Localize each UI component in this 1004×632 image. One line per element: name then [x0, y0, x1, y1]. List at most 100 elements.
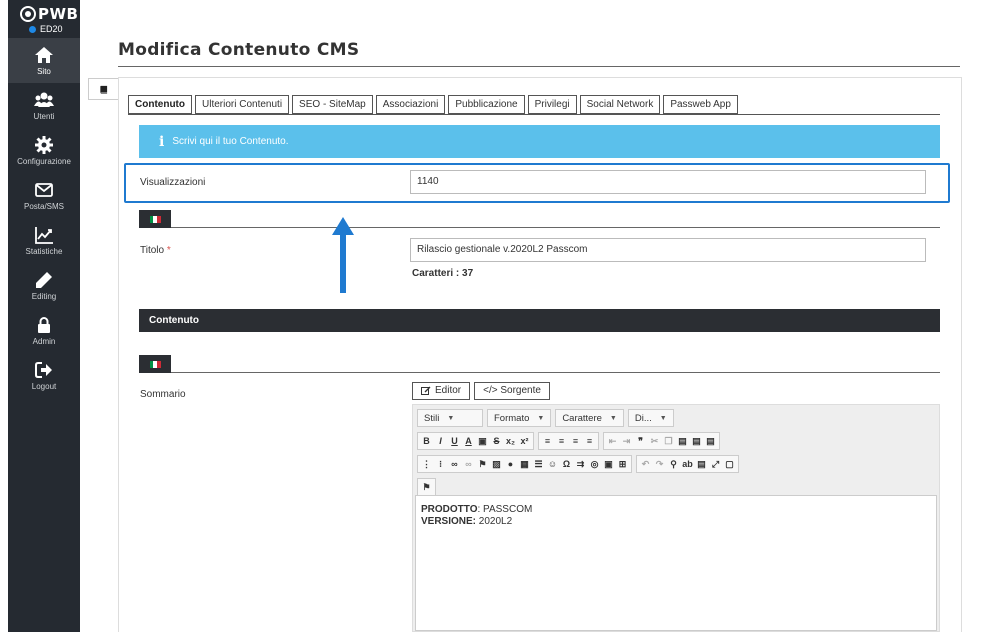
subscript-icon[interactable]: x₂ — [505, 436, 516, 447]
link-icon[interactable]: ∞ — [449, 459, 460, 470]
sidebar-item-sito[interactable]: Sito — [8, 38, 80, 83]
page-break-icon[interactable]: ⇉ — [575, 459, 586, 470]
outdent-icon[interactable]: ⇤ — [607, 436, 618, 447]
indent-icon[interactable]: ⇥ — [621, 436, 632, 447]
tab-social-network[interactable]: Social Network — [579, 95, 661, 114]
paste-icon[interactable]: ▤ — [677, 436, 688, 447]
product-label: PRODOTTO — [421, 504, 478, 515]
language-button[interactable] — [139, 210, 171, 228]
size-select[interactable]: Di... ▼ — [627, 409, 674, 427]
tab-passweb-app[interactable]: Passweb App — [663, 95, 738, 114]
book-tab[interactable] — [88, 78, 118, 100]
editor-mode-button[interactable]: Editor — [412, 382, 471, 400]
youtube-icon[interactable]: ▣ — [603, 459, 614, 470]
superscript-icon[interactable]: x² — [519, 436, 530, 447]
numbered-list-icon[interactable]: ⋮ — [421, 459, 432, 470]
find-icon[interactable]: ⚲ — [668, 459, 679, 470]
toolbar-group-lists: ⋮ ⁝ ∞ ∞ ⚑ ▨ ● ▦ ☰ ☺ Ω ⇉ ◎ ▣ ⊞ — [417, 455, 632, 473]
flag-icon[interactable]: ⚑ — [421, 482, 432, 493]
tab-contenuto[interactable]: Contenuto — [128, 95, 192, 114]
editor-mode-label: Editor — [435, 385, 462, 396]
redo-icon[interactable]: ↷ — [654, 459, 665, 470]
smiley-icon[interactable]: ☺ — [547, 459, 558, 470]
qr-icon[interactable]: ⊞ — [617, 459, 628, 470]
character-counter: Caratteri : 37 — [412, 268, 474, 279]
editor-toolbar-combos: Stili ▼ Formato ▼ Carattere ▼ Di... ▼ — [417, 409, 674, 427]
italic-icon[interactable]: I — [435, 436, 446, 447]
tab-pubblicazione[interactable]: Pubblicazione — [448, 95, 525, 114]
align-center-icon[interactable]: ≡ — [556, 436, 567, 447]
chevron-down-icon: ▼ — [659, 414, 667, 422]
sidebar-item-statistiche[interactable]: Statistiche — [8, 218, 80, 263]
sidebar: PWB ED20 Sito Utenti Configurazione Post… — [8, 0, 80, 632]
replace-icon[interactable]: ab — [682, 459, 693, 470]
tab-associazioni[interactable]: Associazioni — [375, 95, 446, 114]
anchor-icon[interactable]: ⚑ — [477, 459, 488, 470]
sidebar-item-label: Logout — [31, 382, 57, 391]
cut-icon[interactable]: ✂ — [649, 436, 660, 447]
size-select-label: Di... — [634, 412, 652, 424]
sidebar-item-label: Posta/SMS — [23, 202, 64, 211]
tab-ulteriori-contenuti[interactable]: Ulteriori Contenuti — [195, 95, 290, 114]
gear-icon — [35, 136, 53, 154]
format-select[interactable]: Formato ▼ — [487, 409, 552, 427]
envelope-icon — [35, 183, 53, 197]
logo-icon — [20, 6, 36, 22]
strikethrough-icon[interactable]: S — [491, 436, 502, 447]
visualizzazioni-label: Visualizzazioni — [140, 177, 206, 188]
copy-icon[interactable]: ❐ — [663, 436, 674, 447]
status-dot-icon — [29, 25, 36, 33]
table-icon[interactable]: ▦ — [519, 459, 530, 470]
titolo-field[interactable]: Rilascio gestionale v.2020L2 Passcom — [410, 238, 926, 262]
tab-privilegi[interactable]: Privilegi — [527, 95, 577, 114]
info-icon: i — [159, 133, 165, 150]
brand[interactable]: PWB — [8, 0, 80, 23]
sidebar-item-editing[interactable]: Editing — [8, 263, 80, 308]
select-all-icon[interactable]: ▤ — [696, 459, 707, 470]
sidebar-item-utenti[interactable]: Utenti — [8, 83, 80, 128]
arrow-up-icon — [332, 217, 354, 293]
background-color-icon[interactable]: ▣ — [477, 436, 488, 447]
chart-icon — [35, 227, 53, 244]
font-select[interactable]: Carattere ▼ — [555, 409, 624, 427]
flash-icon[interactable]: ● — [505, 459, 516, 470]
italian-flag-icon — [149, 215, 161, 223]
image-icon[interactable]: ▨ — [491, 459, 502, 470]
align-justify-icon[interactable]: ≡ — [584, 436, 595, 447]
paste-text-icon[interactable]: ▤ — [691, 436, 702, 447]
sidebar-item-posta[interactable]: Posta/SMS — [8, 173, 80, 218]
special-char-icon[interactable]: Ω — [561, 459, 572, 470]
editor-content-area[interactable]: PRODOTTO: PASSCOM VERSIONE: 2020L2 — [415, 495, 937, 631]
source-mode-button[interactable]: </> Sorgente — [474, 382, 550, 400]
underline-icon[interactable]: U — [449, 436, 460, 447]
align-right-icon[interactable]: ≡ — [570, 436, 581, 447]
show-blocks-icon[interactable]: ▢ — [724, 459, 735, 470]
undo-icon[interactable]: ↶ — [640, 459, 651, 470]
editor-line: VERSIONE: 2020L2 — [421, 516, 931, 528]
styles-select-label: Stili — [424, 412, 440, 424]
language-bar — [139, 355, 940, 373]
unlink-icon[interactable]: ∞ — [463, 459, 474, 470]
text-color-icon[interactable]: A — [463, 436, 474, 447]
horizontal-line-icon[interactable]: ☰ — [533, 459, 544, 470]
blockquote-icon[interactable]: ❞ — [635, 436, 646, 447]
align-left-icon[interactable]: ≡ — [542, 436, 553, 447]
visualizzazioni-field[interactable]: 1140 — [410, 170, 926, 194]
bulleted-list-icon[interactable]: ⁝ — [435, 459, 446, 470]
sidebar-item-label: Configurazione — [17, 157, 71, 166]
iframe-icon[interactable]: ◎ — [589, 459, 600, 470]
sidebar-item-configurazione[interactable]: Configurazione — [8, 128, 80, 173]
paste-word-icon[interactable]: ▤ — [705, 436, 716, 447]
styles-select[interactable]: Stili ▼ — [417, 409, 483, 427]
edit-icon — [421, 386, 431, 395]
lock-icon — [38, 317, 50, 333]
sidebar-item-admin[interactable]: Admin — [8, 308, 80, 353]
bold-icon[interactable]: B — [421, 436, 432, 447]
tab-seo-sitemap[interactable]: SEO - SiteMap — [292, 95, 373, 114]
section-header-contenuto: Contenuto — [139, 309, 940, 332]
sidebar-item-logout[interactable]: Logout — [8, 353, 80, 398]
chevron-down-icon: ▼ — [537, 414, 545, 422]
sidebar-item-label: Sito — [37, 67, 51, 76]
language-button[interactable] — [139, 355, 171, 373]
maximize-icon[interactable]: ⤢ — [710, 459, 721, 470]
